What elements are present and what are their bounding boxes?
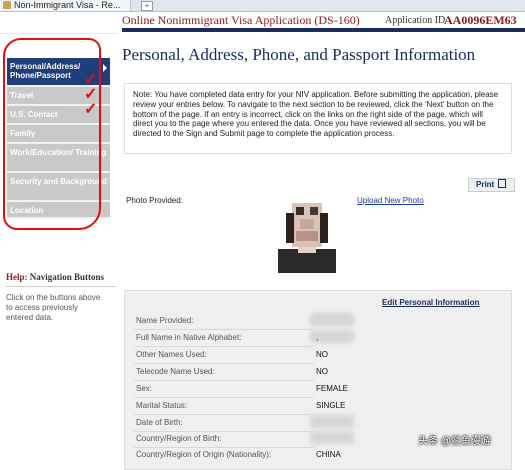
app-title: Online Nonimmigrant Visa Application (DS… — [122, 13, 360, 27]
info-row: Name Provided: — [134, 313, 504, 330]
help-title-prefix: Help: — [6, 272, 28, 282]
watermark-text: 头条 @鲨鱼漫游 — [418, 436, 491, 447]
applicant-photo — [278, 203, 336, 273]
check-mark: ✓ — [84, 101, 98, 118]
row-divider — [134, 346, 314, 347]
printer-doc-icon — [498, 179, 507, 188]
browser-tab-title: Non-Immigrant Visa - Re... — [14, 0, 121, 10]
header-divider-left — [0, 33, 118, 34]
info-row: Telecode Name Used: NO — [134, 367, 504, 381]
row-value: NO — [316, 350, 328, 359]
row-label: Date of Birth: — [136, 418, 183, 427]
page-title: Personal, Address, Phone, and Passport I… — [122, 45, 476, 64]
review-note: Note: You have completed data entry for … — [124, 83, 512, 154]
redacted-value — [310, 313, 354, 326]
browser-tab-bar: Non-Immigrant Visa - Re... + — [0, 0, 525, 12]
red-annotation-outline — [3, 38, 101, 230]
help-text: Click on the buttons above to access pre… — [6, 293, 101, 322]
row-label: Sex: — [136, 384, 153, 393]
row-label: Marital Status: — [136, 401, 188, 410]
row-label: Telecode Name Used: — [136, 367, 215, 376]
row-value: NO — [316, 367, 328, 376]
header-divider — [122, 28, 525, 32]
redacted-value — [310, 415, 354, 428]
help-title-rest: Navigation Buttons — [29, 272, 105, 282]
edit-personal-info-link[interactable]: Edit Personal Information — [382, 298, 479, 307]
info-row: Date of Birth: — [134, 415, 504, 432]
row-label: Other Names Used: — [136, 350, 207, 359]
row-divider — [134, 363, 314, 364]
redacted-value — [310, 431, 354, 444]
site-favicon-icon — [3, 1, 11, 9]
check-mark: ✓ — [84, 71, 98, 88]
row-label: Full Name in Native Alphabet: — [136, 333, 242, 342]
red-check-marks: ✓ ✓ ✓ — [84, 71, 98, 118]
info-row: Full Name in Native Alphabet: , — [134, 330, 504, 347]
print-label: Print — [476, 180, 495, 189]
info-row: Other Names Used: NO — [134, 350, 504, 364]
help-divider — [6, 286, 116, 287]
row-divider — [134, 380, 314, 381]
print-button[interactable]: Print — [468, 178, 515, 192]
info-row: Sex: FEMALE — [134, 384, 504, 398]
row-divider — [134, 447, 314, 448]
info-row: Country/Region of Origin (Nationality): … — [134, 450, 504, 464]
row-label: Country/Region of Birth: — [136, 434, 222, 443]
help-title: Help: Navigation Buttons — [6, 272, 104, 282]
application-id-label: Application ID — [385, 15, 446, 26]
row-label: Name Provided: — [136, 316, 194, 325]
row-value: SINGLE — [316, 401, 346, 410]
upload-new-photo-link[interactable]: Upload New Photo — [357, 196, 424, 205]
photo-label: Photo Provided: — [126, 196, 183, 205]
row-value: FEMALE — [316, 384, 349, 393]
row-divider — [134, 329, 314, 330]
application-id: AA0096EM63 — [444, 13, 517, 27]
info-row: Marital Status: SINGLE — [134, 401, 504, 415]
browser-tab[interactable]: Non-Immigrant Visa - Re... — [0, 0, 131, 11]
row-divider — [134, 414, 314, 415]
row-divider — [134, 397, 314, 398]
new-tab-button[interactable]: + — [141, 1, 153, 11]
row-divider — [134, 431, 314, 432]
check-mark: ✓ — [84, 86, 98, 103]
row-value: , — [316, 333, 319, 342]
